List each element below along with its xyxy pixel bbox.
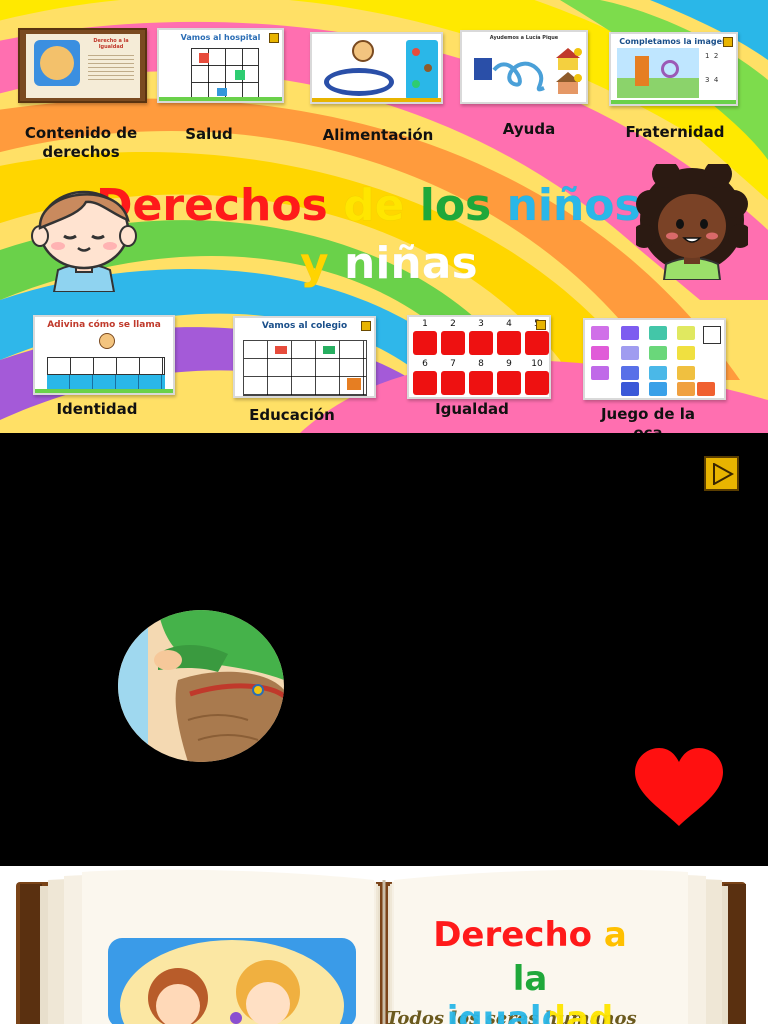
thumb-ayuda[interactable]: Ayudemos a Lucía Pique xyxy=(460,30,588,104)
book-title-word: a xyxy=(603,915,627,955)
thumb-title: Adivina cómo se llama xyxy=(47,320,161,330)
thumb-juego-oca[interactable] xyxy=(583,318,726,400)
story-image xyxy=(118,610,284,762)
heart-icon[interactable] xyxy=(633,748,725,828)
card-number: 4 xyxy=(506,319,512,329)
card[interactable] xyxy=(469,371,493,395)
thumb-alimentacion[interactable] xyxy=(310,32,443,104)
thumb-bar xyxy=(159,97,282,101)
thumb-title: Ayudemos a Lucía Pique xyxy=(489,35,559,41)
thumb-salud[interactable]: Vamos al hospital xyxy=(157,28,284,103)
topic-label-contenido[interactable]: Contenido de derechos xyxy=(10,124,152,162)
arrow-icon xyxy=(269,33,279,43)
card[interactable] xyxy=(497,371,521,395)
card-number: 8 xyxy=(478,359,484,369)
topic-label-identidad[interactable]: Identidad xyxy=(40,400,154,419)
card[interactable] xyxy=(413,331,437,355)
next-button[interactable] xyxy=(704,456,739,491)
card-number: 9 xyxy=(506,359,512,369)
video-slide xyxy=(0,433,768,866)
book-slide: Derecho a la Todos los seres humanos igu… xyxy=(0,866,768,1024)
thumb-title: Vamos al hospital xyxy=(180,33,261,42)
topic-label-salud[interactable]: Salud xyxy=(158,125,260,144)
thumb-title: Completamos la imagen xyxy=(619,37,728,46)
thumb-identidad[interactable]: Adivina cómo se llama xyxy=(33,315,175,395)
thumb-fraternidad[interactable]: Completamos la imagen 1 23 4 xyxy=(609,32,738,106)
topic-label-educacion[interactable]: Educación xyxy=(232,406,352,425)
card[interactable] xyxy=(441,371,465,395)
topic-label-fraternidad[interactable]: Fraternidad xyxy=(614,123,736,142)
thumb-bar xyxy=(611,100,736,104)
card-number: 10 xyxy=(531,359,543,369)
thumb-bar xyxy=(35,389,173,393)
arrow-icon xyxy=(723,37,733,47)
card[interactable] xyxy=(469,331,493,355)
card[interactable] xyxy=(413,371,437,395)
topic-label-ayuda[interactable]: Ayuda xyxy=(480,120,578,139)
book-title: Derecho a xyxy=(420,914,640,956)
card-number: 2 xyxy=(450,319,456,329)
card-number: 7 xyxy=(450,359,456,369)
game-board xyxy=(591,326,721,396)
arrow-icon xyxy=(536,320,546,330)
thumb-contenido-derechos[interactable]: Derecho a la Igualdad xyxy=(18,28,147,103)
thumb-title: Derecho a la Igualdad xyxy=(93,38,129,50)
card-number: 1 xyxy=(422,319,428,329)
girl-character-icon xyxy=(636,164,748,280)
title-word: y xyxy=(300,238,329,290)
page-title: Derechos de los niños xyxy=(96,180,641,232)
card-number: 3 xyxy=(478,319,484,329)
thumb-igualdad[interactable]: 12345678910 xyxy=(407,315,551,399)
maze-icon xyxy=(474,48,582,94)
card[interactable] xyxy=(497,331,521,355)
thumb-bar xyxy=(312,98,441,102)
title-word: de xyxy=(343,180,405,232)
play-triangle-icon xyxy=(713,463,734,485)
card[interactable] xyxy=(441,331,465,355)
topic-label-alimentacion[interactable]: Alimentación xyxy=(308,126,448,145)
book-title-line2: la xyxy=(512,959,548,999)
menu-slide: Derecho a la Igualdad Vamos al hospital … xyxy=(0,0,768,433)
title-word: niñas xyxy=(344,238,478,290)
label-line1: Contenido de xyxy=(24,124,138,142)
title-word: los xyxy=(419,180,492,232)
label-line2: derechos xyxy=(42,143,120,161)
open-book-image xyxy=(16,869,746,1024)
title-word: niños xyxy=(506,180,641,232)
thumb-title: Vamos al colegio xyxy=(261,321,348,331)
topic-label-igualdad[interactable]: Igualdad xyxy=(418,400,526,419)
book-title-line3: igualdad xyxy=(420,998,640,1024)
book-title-word: igualdad xyxy=(447,999,613,1024)
book-title-word: Derecho xyxy=(433,915,593,955)
page-title-line2: y niñas xyxy=(300,238,478,290)
topic-label-juego-oca[interactable]: Juego de la oca xyxy=(586,405,710,433)
card[interactable] xyxy=(525,371,549,395)
arrow-icon xyxy=(361,321,371,331)
boy-character-icon xyxy=(31,190,137,292)
card[interactable] xyxy=(525,331,549,355)
card-number: 6 xyxy=(422,359,428,369)
thumb-educacion[interactable]: Vamos al colegio xyxy=(233,316,376,398)
